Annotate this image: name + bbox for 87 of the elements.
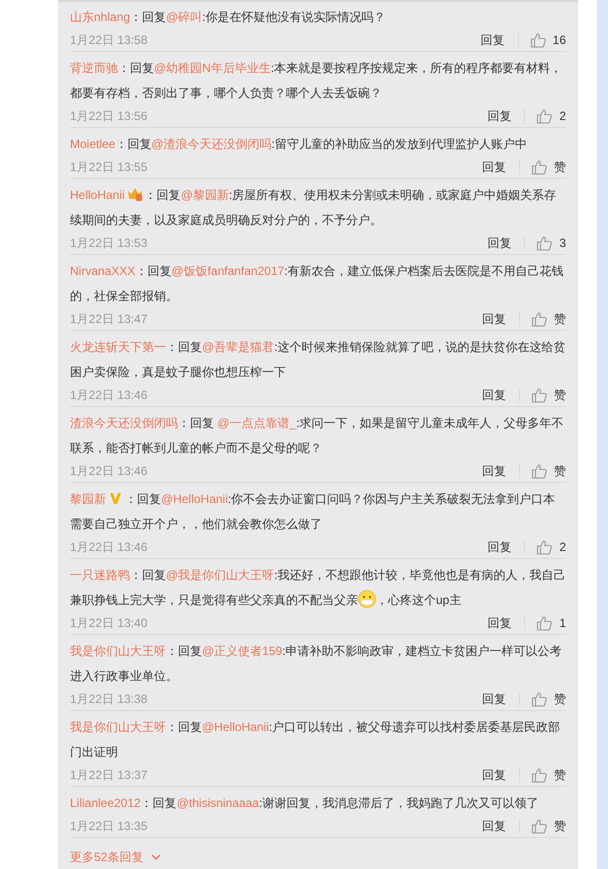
- mention-link[interactable]: @thisisninaaaa: [176, 796, 259, 810]
- thumbs-up-icon: [536, 108, 554, 124]
- reply-button[interactable]: 回复: [485, 614, 514, 632]
- comment-text: 一只迷路鸭：回复@我是你们山大王呀:我还好，不想跟他计较，毕竟他也是有病的人，我自己兼职挣钱上完大学，只是觉得有些父亲真的不配当父亲 ，心疼这个up主: [70, 567, 566, 610]
- reply-button[interactable]: 回复: [485, 234, 514, 252]
- reply-button[interactable]: 回复: [480, 158, 508, 176]
- comment-date: 1月22日 13:40: [70, 615, 148, 632]
- username-link[interactable]: Lilianlee2012: [70, 796, 141, 810]
- username-link[interactable]: 渣浪今天还没倒闭吗: [70, 416, 178, 430]
- comment-text: 背逆而驰：回复@幼稚园N年后毕业生:本来就是要按程序按规定来，所有的程序都要有材料，都要有存档，否则出了事，哪个人负责？哪个人去丢饭碗？: [70, 60, 564, 102]
- thumbs-up-icon: [531, 311, 548, 327]
- reply-button[interactable]: 回复: [480, 386, 508, 404]
- mention-link[interactable]: @我是你们山大王呀: [166, 568, 274, 582]
- mention-link[interactable]: @饭饭fanfanfan2017: [171, 264, 284, 278]
- username-link[interactable]: 黎园新: [70, 492, 106, 506]
- mention-link[interactable]: @吾辈是猫君: [202, 340, 274, 354]
- comment-date: 1月22日 13:46: [70, 387, 148, 404]
- mention-link[interactable]: @黎园新: [180, 188, 229, 202]
- username-link[interactable]: HelloHanii: [70, 188, 125, 202]
- mention-link[interactable]: @HelloHanii: [161, 492, 228, 506]
- thumbs-up-icon: [530, 32, 547, 48]
- comment-date: 1月22日 13:47: [70, 311, 148, 328]
- like-button[interactable]: 2: [536, 538, 566, 556]
- like-button[interactable]: 赞: [531, 690, 566, 708]
- comment-date: 1月22日 13:55: [70, 159, 148, 176]
- thumbs-up-icon: [531, 767, 548, 783]
- thumbs-up-icon: [531, 159, 548, 175]
- comment-date: 1月22日 13:37: [70, 767, 148, 784]
- mention-link[interactable]: @正义使者159: [202, 644, 282, 658]
- comment-date: 1月22日 13:56: [70, 108, 148, 125]
- thumbs-up-icon: [531, 818, 548, 834]
- reply-button[interactable]: 回复: [480, 766, 508, 784]
- like-button[interactable]: 赞: [531, 310, 566, 328]
- like-button[interactable]: 赞: [531, 158, 566, 176]
- comment-text: 黎园新 ：回复@HelloHanii:你不会去办证窗口问吗？你因与户主关系破裂无法拿到户口本需要自己独立开个户，，他们就会教你怎么做了: [70, 491, 556, 533]
- reply-button[interactable]: 回复: [478, 31, 507, 49]
- like-button[interactable]: 赞: [531, 766, 566, 784]
- comment-text: Moietlee：回复@渣浪今天还没倒闭吗:留守儿童的补助应当的发放到代理监护人账户中: [70, 136, 528, 153]
- comment-text: 我是你们山大王呀：回复@HelloHanii:户口可以转出，被父母遗弃可以找村委居委基层民政部门出证明: [70, 719, 562, 761]
- like-button[interactable]: 赞: [531, 817, 566, 835]
- username-link[interactable]: 山东nhlang: [70, 10, 130, 24]
- thumbs-up-icon: [531, 691, 548, 707]
- reply-button[interactable]: 回复: [480, 310, 508, 328]
- mention-link[interactable]: @HelloHanii: [202, 720, 269, 734]
- thumbs-up-icon: [536, 235, 554, 251]
- comment-date: 1月22日 13:58: [70, 32, 148, 49]
- comment-text: 山东nhlang：回复@碎叫:你是在怀疑他没有说实际情况吗？: [70, 9, 387, 26]
- reply-button[interactable]: 回复: [480, 690, 508, 708]
- username-link[interactable]: 我是你们山大王呀: [70, 720, 166, 734]
- username-link[interactable]: 一只迷路鸭: [70, 568, 130, 582]
- comment-date: 1月22日 13:46: [70, 539, 148, 556]
- reply-button[interactable]: 回复: [480, 462, 508, 480]
- thumbs-up-icon: [536, 539, 554, 555]
- more-replies-link[interactable]: 更多52条回复: [70, 848, 162, 866]
- mention-link[interactable]: @渣浪今天还没倒闭吗: [151, 137, 272, 151]
- thumbs-up-icon: [536, 615, 554, 631]
- comment-text: 渣浪今天还没倒闭吗：回复 @一点点靠谱_:求问一下，如果是留守儿童未成年人，父母多年不联系，能否打帐到儿童的帐户而不是父母的呢？: [70, 415, 565, 457]
- comment-date: 1月22日 13:46: [70, 463, 148, 480]
- reply-button[interactable]: 回复: [480, 817, 508, 835]
- username-link[interactable]: Moietlee: [70, 137, 116, 151]
- masked-face-emoji-icon: [358, 590, 376, 608]
- like-button[interactable]: 2: [536, 107, 566, 125]
- like-button[interactable]: 16: [530, 31, 566, 49]
- comment-text: 我是你们山大王呀：回复@正义使者159:申请补助不影响政审，建档立卡贫困户一样可以公考进入行政事业单位。: [70, 643, 563, 685]
- comment-date: 1月22日 13:35: [70, 818, 148, 835]
- mention-link[interactable]: @碎叫: [166, 10, 202, 24]
- like-button[interactable]: 赞: [531, 386, 566, 404]
- reply-button[interactable]: 回复: [485, 107, 514, 125]
- thumbs-up-icon: [531, 463, 548, 479]
- username-link[interactable]: 背逆而驰: [70, 61, 118, 75]
- username-link[interactable]: 我是你们山大王呀: [70, 644, 166, 658]
- comment-date: 1月22日 13:38: [70, 691, 148, 708]
- username-link[interactable]: NirvanaXXX: [70, 264, 136, 278]
- comment-text: HelloHanii ：回复@黎园新:房屋所有权、使用权未分割或未明确，或家庭户中婚姻关系存续期间的夫妻，以及家庭成员明确反对分户的，不予分户。: [70, 185, 558, 229]
- like-button[interactable]: 赞: [531, 462, 566, 480]
- reply-button[interactable]: 回复: [485, 538, 514, 556]
- like-button[interactable]: 3: [536, 234, 566, 252]
- thumbs-up-icon: [531, 387, 548, 403]
- username-link[interactable]: 火龙连斩天下第一: [70, 340, 166, 354]
- chevron-down-icon: [151, 854, 162, 860]
- comment-text: 火龙连斩天下第一：回复@吾辈是猫君:这个时候来推销保险就算了吧，说的是扶贫你在这给贫困户卖保险，真是蚊子腿你也想压榨一下: [70, 339, 566, 381]
- comment-date: 1月22日 13:53: [70, 235, 148, 252]
- mention-link[interactable]: @幼稚园N年后毕业生: [154, 61, 271, 75]
- comment-text: Lilianlee2012：回复@thisisninaaaa:谢谢回复，我消息滞后了，我妈跑了几次又可以领了: [70, 795, 540, 812]
- mention-link[interactable]: @一点点靠谱_: [217, 416, 296, 430]
- like-button[interactable]: 1: [536, 614, 566, 632]
- comment-text: NirvanaXXX：回复@饭饭fanfanfan2017:有新农合，建立低保户档案后去医院是不用自己花钱的，社保全部报销。: [70, 263, 565, 305]
